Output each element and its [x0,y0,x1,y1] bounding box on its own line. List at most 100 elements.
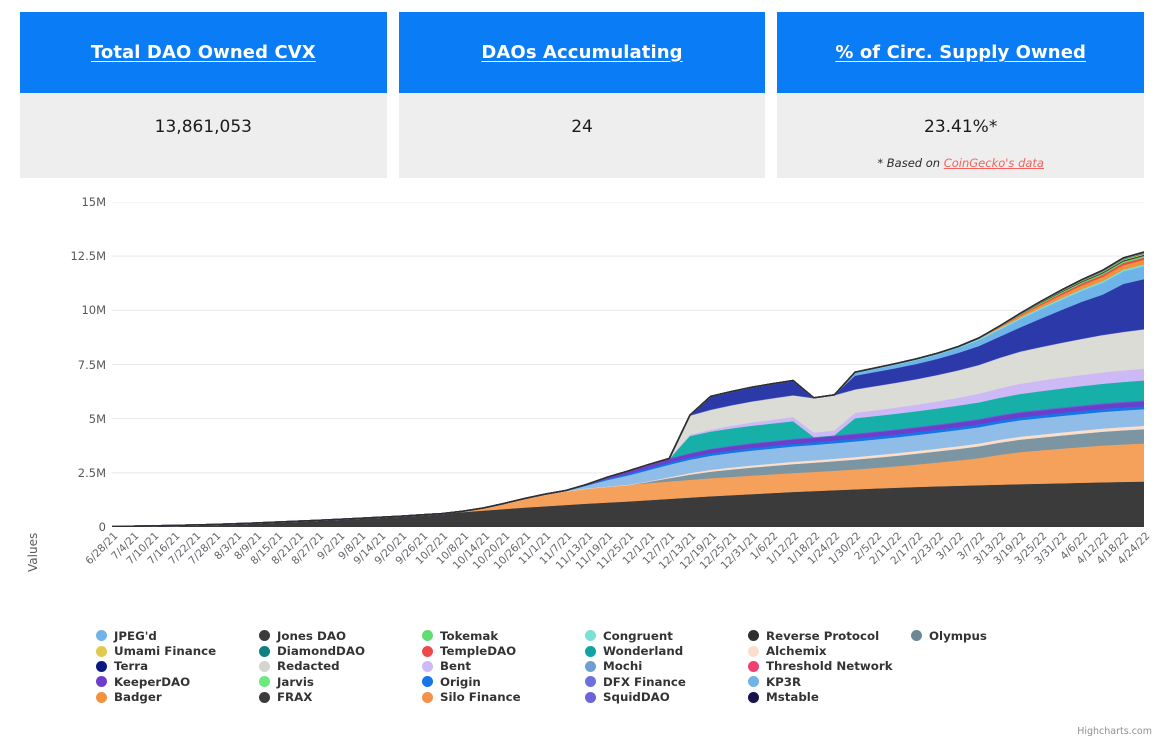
legend-label: JPEG'd [114,629,157,643]
legend-label: Jarvis [277,675,314,689]
legend-swatch-icon [748,630,759,641]
legend-swatch-icon [585,692,596,703]
legend-item[interactable]: Jarvis [259,674,416,689]
kpi-header-daos-accumulating: DAOs Accumulating [399,12,766,93]
legend-item[interactable]: Mstable [748,690,905,705]
legend-label: KP3R [766,675,801,689]
stacked-area-chart: Values 02.5M5M7.5M10M12.5M15M 6/28/217/4… [0,194,1164,594]
legend-label: DFX Finance [603,675,686,689]
kpi-value: 13,861,053 [155,117,252,137]
highcharts-credit[interactable]: Highcharts.com [1077,726,1152,737]
legend-item[interactable]: Silo Finance [422,690,579,705]
legend-item[interactable]: Badger [96,690,253,705]
legend-item[interactable]: JPEG'd [96,628,253,643]
y-axis-title: Values [26,533,40,572]
kpi-body-pct-circ-supply-owned: 23.41%* * Based on CoinGecko's data [777,93,1144,178]
legend-swatch-icon [422,692,433,703]
kpi-footnote: * Based on CoinGecko's data [777,156,1144,170]
legend-swatch-icon [259,661,270,672]
legend-label: TempleDAO [440,644,516,658]
legend-item[interactable]: KeeperDAO [96,674,253,689]
legend-label: Redacted [277,659,340,673]
legend-label: Alchemix [766,644,827,658]
legend-label: Congruent [603,629,673,643]
legend-swatch-icon [422,646,433,657]
legend-swatch-icon [259,692,270,703]
legend-item[interactable]: Wonderland [585,643,742,658]
legend-label: Reverse Protocol [766,629,879,643]
y-axis-tick: 0 [99,520,106,534]
legend-item[interactable]: DFX Finance [585,674,742,689]
legend-item[interactable]: Alchemix [748,643,905,658]
kpi-body-total-dao-owned-cvx: 13,861,053 [20,93,387,178]
kpi-value: 24 [571,117,593,137]
legend-item[interactable]: Origin [422,674,579,689]
kpi-title[interactable]: Total DAO Owned CVX [91,42,316,63]
legend-swatch-icon [585,661,596,672]
kpi-header-pct-circ-supply-owned: % of Circ. Supply Owned [777,12,1144,93]
chart-plot-area [112,202,1144,527]
legend-label: Silo Finance [440,690,521,704]
legend-swatch-icon [585,676,596,687]
legend-swatch-icon [911,630,922,641]
legend-swatch-icon [585,646,596,657]
kpi-value: 23.41%* [924,117,997,137]
legend-swatch-icon [96,630,107,641]
kpi-body-daos-accumulating: 24 [399,93,766,178]
legend-label: Badger [114,690,162,704]
legend-swatch-icon [259,630,270,641]
legend-swatch-icon [96,646,107,657]
legend-item[interactable]: Congruent [585,628,742,643]
legend-label: FRAX [277,690,312,704]
legend-item[interactable]: Terra [96,659,253,674]
legend-item[interactable]: FRAX [259,690,416,705]
y-axis-tick: 7.5M [78,358,106,372]
legend-item[interactable]: Tokemak [422,628,579,643]
legend-swatch-icon [748,661,759,672]
y-axis-tick: 15M [81,195,106,209]
kpi-row: Total DAO Owned CVX 13,861,053 DAOs Accu… [0,0,1164,178]
legend-swatch-icon [96,661,107,672]
legend-swatch-icon [259,646,270,657]
legend-item[interactable]: Bent [422,659,579,674]
coingecko-link[interactable]: CoinGecko's data [944,156,1044,170]
legend-label: Mstable [766,690,819,704]
legend-label: Origin [440,675,481,689]
y-axis-tick: 2.5M [78,466,106,480]
legend-swatch-icon [96,692,107,703]
legend-label: Olympus [929,629,987,643]
kpi-card-total-dao-owned-cvx: Total DAO Owned CVX 13,861,053 [20,12,387,178]
legend-label: Jones DAO [277,629,346,643]
kpi-title[interactable]: % of Circ. Supply Owned [835,42,1086,63]
kpi-title[interactable]: DAOs Accumulating [481,42,682,63]
kpi-card-pct-circ-supply-owned: % of Circ. Supply Owned 23.41%* * Based … [777,12,1144,178]
legend-swatch-icon [259,676,270,687]
legend-swatch-icon [748,692,759,703]
legend-swatch-icon [422,676,433,687]
legend-swatch-icon [585,630,596,641]
y-axis-tick: 10M [81,303,106,317]
legend-label: Bent [440,659,471,673]
legend-label: SquidDAO [603,690,670,704]
legend-item[interactable]: Reverse Protocol [748,628,905,643]
legend-item[interactable]: SquidDAO [585,690,742,705]
legend-item[interactable]: Jones DAO [259,628,416,643]
legend-item[interactable]: Olympus [911,628,1068,643]
y-axis-tick: 12.5M [70,249,106,263]
legend-swatch-icon [422,661,433,672]
y-axis-tick: 5M [89,412,106,426]
legend-item[interactable]: DiamondDAO [259,643,416,658]
legend-item[interactable]: Threshold Network [748,659,905,674]
legend-item[interactable]: Mochi [585,659,742,674]
legend-swatch-icon [748,676,759,687]
kpi-card-daos-accumulating: DAOs Accumulating 24 [399,12,766,178]
legend-item[interactable]: TempleDAO [422,643,579,658]
legend-label: KeeperDAO [114,675,190,689]
legend-label: Threshold Network [766,659,893,673]
x-axis-labels: 6/28/217/4/217/10/217/16/217/22/217/28/2… [112,530,1144,600]
legend-item[interactable]: Umami Finance [96,643,253,658]
legend-item[interactable]: KP3R [748,674,905,689]
legend-label: Umami Finance [114,644,216,658]
legend-label: Terra [114,659,148,673]
legend-item[interactable]: Redacted [259,659,416,674]
